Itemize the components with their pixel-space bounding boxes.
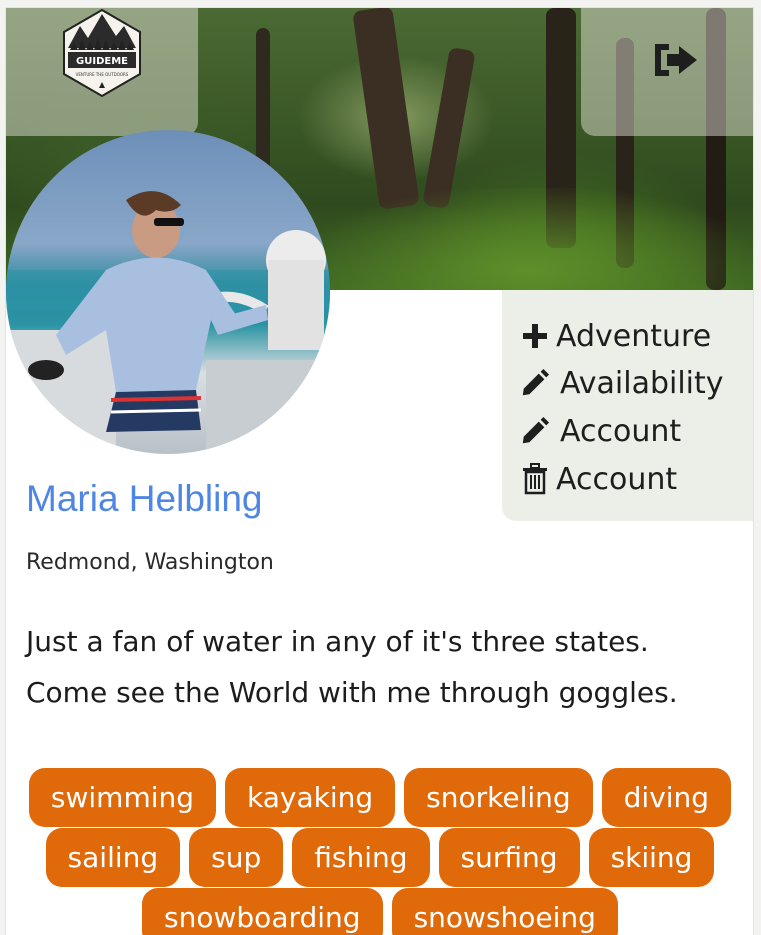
tag-snowshoeing[interactable]: snowshoeing [391, 888, 618, 935]
tag-skiing[interactable]: skiing [588, 828, 715, 887]
logo-text: GUIDEME [76, 56, 128, 67]
delete-account-button[interactable]: Account [520, 459, 677, 499]
add-adventure-label: Adventure [556, 318, 712, 354]
tag-sailing[interactable]: sailing [45, 828, 181, 887]
profile-card: GUIDEME VENTURE THE OUTDOORS Adventure A… [6, 8, 753, 935]
profile-location: Redmond, Washington [26, 550, 274, 575]
profile-bio: Just a fan of water in any of it's three… [26, 616, 746, 718]
bio-line: Come see the World with me through goggl… [26, 676, 678, 709]
edit-account-button[interactable]: Account [520, 411, 681, 451]
bio-line: Just a fan of water in any of it's three… [26, 625, 649, 658]
pencil-icon [520, 415, 550, 447]
tag-snorkeling[interactable]: snorkeling [404, 768, 593, 827]
delete-account-label: Account [556, 461, 678, 497]
profile-actions-panel: Adventure Availability Account Account [502, 290, 753, 521]
logo-tagline: VENTURE THE OUTDOORS [76, 72, 129, 77]
profile-avatar [6, 130, 330, 454]
tag-kayaking[interactable]: kayaking [225, 768, 396, 827]
activity-tags: swimming kayaking snorkeling diving sail… [20, 768, 740, 935]
guideme-logo[interactable]: GUIDEME VENTURE THE OUTDOORS [60, 8, 144, 98]
tag-fishing[interactable]: fishing [292, 828, 430, 887]
pencil-icon [520, 367, 550, 399]
tag-surfing[interactable]: surfing [438, 828, 580, 887]
tag-snowboarding[interactable]: snowboarding [142, 888, 383, 935]
add-adventure-button[interactable]: Adventure [520, 316, 711, 356]
trash-icon [520, 463, 550, 495]
tag-diving[interactable]: diving [601, 768, 732, 827]
sign-out-icon[interactable] [651, 40, 701, 80]
plus-icon [520, 320, 550, 352]
tag-sup[interactable]: sup [189, 828, 284, 887]
logo-container: GUIDEME VENTURE THE OUTDOORS [6, 8, 198, 136]
edit-availability-button[interactable]: Availability [520, 363, 724, 403]
logout-container [581, 8, 753, 136]
profile-name: Maria Helbling [26, 478, 263, 519]
edit-availability-label: Availability [560, 365, 724, 401]
edit-account-label: Account [560, 413, 682, 449]
tag-swimming[interactable]: swimming [28, 768, 217, 827]
